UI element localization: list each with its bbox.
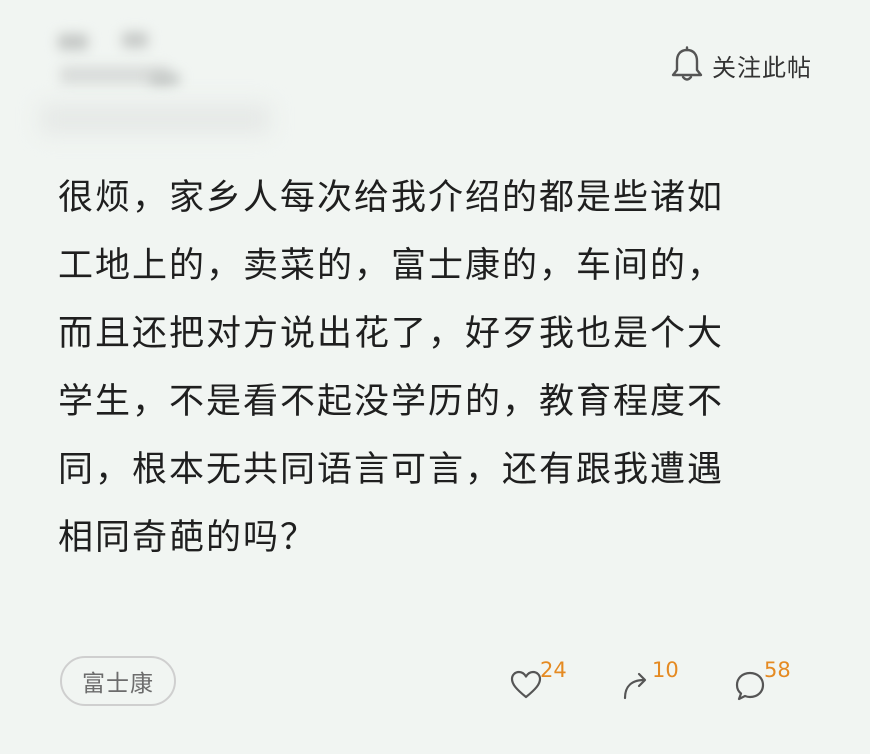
like-count: 24 (540, 658, 567, 682)
follow-post-label: 关注此帖 (712, 53, 812, 82)
blurred-avatar (58, 34, 88, 50)
post-text-line: 学生，不是看不起没学历的，教育程度不 (58, 382, 725, 422)
blurred-username-fragment (122, 32, 148, 48)
user-header-blurred[interactable] (30, 14, 290, 134)
comment-button[interactable]: 58 (734, 658, 804, 708)
follow-post-button[interactable]: 关注此帖 (670, 44, 812, 86)
comment-count: 58 (764, 658, 791, 682)
blurred-meta-line (40, 104, 270, 134)
share-button[interactable]: 10 (622, 658, 692, 708)
post-card: 关注此帖 很烦，家乡人每次给我介绍的都是些诸如 工地上的，卖菜的，富士康的，车间… (0, 0, 870, 754)
bell-icon (670, 46, 704, 84)
post-footer: 富士康 24 10 58 (0, 650, 870, 720)
post-text-line: 同，根本无共同语言可言，还有跟我遭遇 (58, 450, 725, 490)
blurred-meta (150, 74, 180, 84)
post-text-line: 工地上的，卖菜的，富士康的，车间的， (58, 246, 725, 286)
like-button[interactable]: 24 (510, 658, 580, 708)
post-body-text: 很烦，家乡人每次给我介绍的都是些诸如 工地上的，卖菜的，富士康的，车间的， 而且… (58, 164, 798, 572)
share-count: 10 (652, 658, 679, 682)
post-text-line: 相同奇葩的吗？ (58, 518, 318, 558)
post-text-line: 而且还把对方说出花了，好歹我也是个大 (58, 314, 725, 354)
post-text-line: 很烦，家乡人每次给我介绍的都是些诸如 (58, 178, 725, 218)
topic-tag[interactable]: 富士康 (60, 656, 176, 706)
